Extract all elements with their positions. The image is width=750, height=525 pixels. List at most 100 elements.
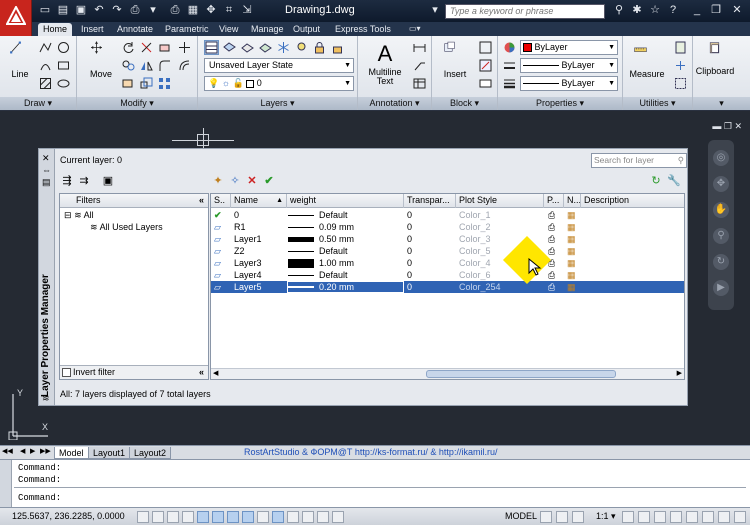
linetype-dropdown[interactable]: ByLayer ▼	[520, 58, 618, 73]
lineweight-dropdown[interactable]: ByLayer ▼	[520, 76, 618, 91]
workspace-switching-icon[interactable]	[654, 511, 666, 523]
current-layer-check-icon[interactable]: ✔	[214, 209, 222, 221]
layer-status-icon[interactable]: ▱	[214, 257, 221, 269]
layer-row[interactable]: ▱ Layer1 0.50 mm 0 Color_3 ⎙ ▦	[211, 233, 684, 245]
restore-icon[interactable]: ❐	[724, 121, 732, 131]
col-plot[interactable]: P...	[544, 194, 564, 208]
minimize-icon[interactable]: _	[690, 4, 704, 17]
panel-properties-title[interactable]: Properties ▾	[498, 97, 622, 110]
scrollbar-thumb[interactable]	[426, 370, 616, 378]
print-icon[interactable]: ⎙	[168, 4, 182, 17]
annotation-scale-icon[interactable]	[572, 511, 584, 523]
mirror-button[interactable]	[139, 58, 154, 73]
redo-icon[interactable]: ↷	[110, 4, 124, 17]
offset-button[interactable]	[177, 58, 192, 73]
vp-freeze-icon[interactable]: ▦	[567, 269, 576, 281]
lineweight-icon-button[interactable]	[502, 76, 517, 91]
open-icon[interactable]: ▤	[56, 4, 70, 17]
quick-calc-button[interactable]	[673, 40, 688, 55]
next-layout-icon[interactable]: ▶	[30, 447, 35, 455]
layer-transparency[interactable]: 0	[407, 221, 412, 233]
layer-lineweight[interactable]: Default	[319, 245, 348, 257]
tab-insert[interactable]: Insert	[76, 23, 109, 36]
tab-express-tools[interactable]: Express Tools	[330, 23, 396, 36]
infer-constraints-toggle[interactable]	[137, 511, 149, 523]
new-layer-vp-frozen-button[interactable]: ✧	[228, 174, 242, 188]
linetype-icon-button[interactable]	[502, 58, 517, 73]
zoom-icon[interactable]: ⚲	[713, 228, 729, 244]
insert-button[interactable]	[442, 40, 468, 68]
tab-output[interactable]: Output	[288, 23, 325, 36]
command-line[interactable]: Command: Command: Command:	[0, 459, 750, 508]
layer-transparency[interactable]: 0	[407, 257, 412, 269]
qa-dropdown-icon[interactable]: ▾	[146, 4, 160, 17]
otrack-toggle[interactable]	[242, 511, 254, 523]
create-block-button[interactable]	[478, 40, 493, 55]
pan-icon[interactable]: ✥	[204, 4, 218, 17]
collapse-icon[interactable]: «	[199, 194, 204, 207]
layer-match-button[interactable]	[222, 40, 237, 55]
quick-properties-toggle[interactable]	[317, 511, 329, 523]
col-transparency[interactable]: Transpar...	[404, 194, 456, 208]
lineweight-toggle[interactable]	[287, 511, 299, 523]
plot-icon[interactable]: ⎙	[128, 4, 142, 17]
dimension-button[interactable]	[412, 40, 427, 55]
tab-view[interactable]: View	[214, 23, 243, 36]
panel-annotation-title[interactable]: Annotation ▾	[358, 97, 431, 110]
layer-name[interactable]: Z2	[234, 245, 245, 257]
select-all-button[interactable]	[673, 76, 688, 91]
layer-name[interactable]: Layer5	[234, 281, 262, 293]
horizontal-scrollbar[interactable]: ◀ ▶	[211, 368, 684, 379]
layer-freeze-button[interactable]	[276, 40, 291, 55]
status-menu-icon[interactable]	[718, 511, 730, 523]
layer-name[interactable]: Layer4	[234, 269, 262, 281]
delete-layer-button[interactable]: ✕	[245, 174, 259, 188]
attribute-button[interactable]	[478, 76, 493, 91]
layer-icon[interactable]: ▦	[186, 4, 200, 17]
printer-icon[interactable]: ⎙	[548, 245, 555, 257]
command-line-handle[interactable]	[0, 460, 12, 508]
current-layer-dropdown[interactable]: 💡 ☼ 🔓 0 ▼	[204, 76, 354, 91]
snap-toggle[interactable]	[152, 511, 164, 523]
printer-icon[interactable]: ⎙	[548, 233, 555, 245]
arrow-down-icon[interactable]: ▾	[428, 4, 442, 17]
layer-states-button[interactable]: ▣	[101, 174, 115, 188]
layer-row[interactable]: ▱ Layer4 Default 0 Color_6 ⎙ ▦	[211, 269, 684, 281]
quick-view-drawings-icon[interactable]	[556, 511, 568, 523]
layer-status-icon[interactable]: ▱	[214, 281, 221, 293]
tab-layout1[interactable]: Layout1	[88, 447, 131, 459]
panel-block-title[interactable]: Block ▾	[432, 97, 497, 110]
layer-lineweight[interactable]: Default	[319, 269, 348, 281]
new-icon[interactable]: ▭	[38, 4, 52, 17]
panel-clipboard-title[interactable]: ▾	[693, 97, 750, 110]
leader-button[interactable]	[412, 58, 427, 73]
new-layer-button[interactable]: ✦	[211, 174, 225, 188]
layer-unlock-button[interactable]	[330, 40, 345, 55]
dist-icon[interactable]: ⇲	[240, 4, 254, 17]
layer-lineweight[interactable]: 0.50 mm	[319, 233, 354, 245]
layer-transparency[interactable]: 0	[407, 245, 412, 257]
layer-row[interactable]: ▱ R1 0.09 mm 0 Color_2 ⎙ ▦	[211, 221, 684, 233]
ribbon-minimize-icon[interactable]: ▭▾	[404, 23, 426, 36]
transparency-toggle[interactable]	[302, 511, 314, 523]
close-icon[interactable]: ✕	[730, 4, 744, 17]
ducs-toggle[interactable]	[257, 511, 269, 523]
arc-button[interactable]	[38, 58, 53, 73]
pan-icon[interactable]: ✥	[713, 176, 729, 192]
tab-manage[interactable]: Manage	[246, 23, 289, 36]
dyn-toggle[interactable]	[272, 511, 284, 523]
layer-name[interactable]: R1	[234, 221, 246, 233]
erase-button[interactable]	[157, 40, 172, 55]
save-icon[interactable]: ▣	[74, 4, 88, 17]
col-description[interactable]: Description	[581, 194, 684, 208]
rotate-button[interactable]	[121, 40, 136, 55]
color-dropdown[interactable]: ByLayer ▼	[520, 40, 618, 55]
ortho-toggle[interactable]	[182, 511, 194, 523]
layer-row[interactable]: ✔ 0 Default 0 Color_1 ⎙ ▦	[211, 209, 684, 221]
scroll-right-icon[interactable]: ▶	[677, 369, 682, 377]
annotation-scale[interactable]: 1:1 ▾	[596, 511, 616, 522]
array-button[interactable]	[157, 76, 172, 91]
last-layout-icon[interactable]: ▶▶	[40, 447, 51, 455]
block-editor-button[interactable]	[478, 58, 493, 73]
id-point-button[interactable]	[673, 58, 688, 73]
